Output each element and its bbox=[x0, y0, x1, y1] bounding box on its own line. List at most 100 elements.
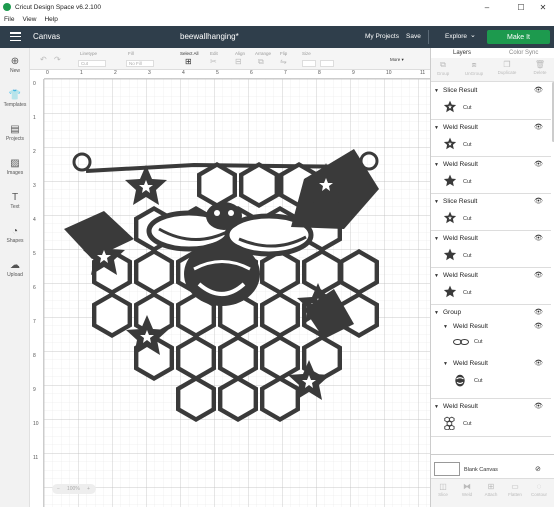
align-icon[interactable]: ⊟ bbox=[235, 57, 242, 66]
nav-shapes[interactable]: ◔ Shapes bbox=[0, 226, 30, 244]
layer-row[interactable]: ▼ Slice Result 👁 Cut bbox=[431, 195, 551, 231]
redo-icon[interactable]: ↷ bbox=[54, 55, 61, 64]
caret-down-icon[interactable]: ▼ bbox=[434, 199, 439, 205]
blank-canvas-row[interactable]: Blank Canvas ⊘ bbox=[431, 454, 554, 478]
eye-icon[interactable]: 👁 bbox=[534, 160, 543, 168]
duplicate-button[interactable]: ❐ Duplicate bbox=[495, 60, 519, 76]
edit-scissors-icon[interactable]: ✂ bbox=[210, 57, 217, 66]
left-nav: ⊕ New 👕 Templates ▤ Projects ▨ Images T … bbox=[0, 48, 30, 507]
make-it-button[interactable]: Make It bbox=[487, 30, 550, 44]
tab-color-sync[interactable]: Color Sync bbox=[509, 50, 538, 56]
height-field[interactable] bbox=[320, 60, 334, 67]
weld-button[interactable]: ⧓ Weld bbox=[455, 482, 479, 498]
eye-icon[interactable]: 👁 bbox=[534, 123, 543, 131]
eye-icon[interactable]: 👁 bbox=[534, 359, 543, 367]
zoom-out-button[interactable]: − bbox=[57, 486, 60, 492]
linetype-label: Linetype bbox=[80, 51, 98, 56]
caret-down-icon[interactable]: ▼ bbox=[434, 236, 439, 242]
layer-row[interactable]: ▼ Weld Result 👁 Cut bbox=[431, 232, 551, 268]
tab-layers[interactable]: Layers bbox=[453, 50, 471, 56]
zoom-value: 100% bbox=[67, 486, 80, 492]
edit-label: Edit bbox=[210, 51, 218, 56]
ruler-tick-label: 1 bbox=[33, 115, 36, 121]
ruler-tick-label: 3 bbox=[148, 70, 151, 76]
combine-tools: ◫ Slice ⧓ Weld ⊞ Attach ▭ Flatten ◌ Contour bbox=[431, 478, 554, 507]
eye-slash-icon[interactable]: ⊘ bbox=[535, 465, 541, 473]
machine-selector[interactable]: Explore bbox=[445, 33, 467, 40]
eye-icon[interactable]: 👁 bbox=[534, 322, 543, 330]
bee-thumbnail-icon bbox=[455, 374, 465, 387]
eye-icon[interactable]: 👁 bbox=[534, 402, 543, 410]
eye-icon[interactable]: 👁 bbox=[534, 234, 543, 242]
hamburger-menu-icon[interactable] bbox=[10, 32, 21, 42]
slice-button[interactable]: ◫ Slice bbox=[431, 482, 455, 498]
eye-icon[interactable]: 👁 bbox=[534, 86, 543, 94]
zoom-in-button[interactable]: + bbox=[87, 486, 90, 492]
ruler-tick-label: 5 bbox=[33, 251, 36, 257]
close-button[interactable]: ✕ bbox=[532, 0, 554, 14]
nav-templates[interactable]: 👕 Templates bbox=[0, 90, 30, 108]
layer-row[interactable]: ▼ Weld Result 👁 Cut bbox=[431, 158, 551, 194]
caret-down-icon[interactable]: ▼ bbox=[434, 162, 439, 168]
maximize-button[interactable]: ☐ bbox=[510, 0, 532, 14]
title-bar: Cricut Design Space v6.2.100 – ☐ ✕ bbox=[0, 0, 554, 14]
eye-icon[interactable]: 👁 bbox=[534, 197, 543, 205]
caret-down-icon[interactable]: ▼ bbox=[443, 324, 448, 330]
layer-group[interactable]: ▼ Group 👁 ▼ Weld Result 👁 Cut ▼ Weld Resul… bbox=[431, 306, 551, 399]
plus-icon: ⊕ bbox=[10, 56, 20, 67]
select-all-icon[interactable]: ⊞ bbox=[185, 57, 192, 66]
ruler-tick-label: 2 bbox=[114, 70, 117, 76]
layer-row[interactable]: ▼ Weld Result 👁 Cut bbox=[431, 121, 551, 157]
panel-tabs: Layers Color Sync bbox=[431, 48, 554, 58]
nav-projects[interactable]: ▤ Projects bbox=[0, 124, 30, 142]
canvas-color-swatch[interactable] bbox=[434, 462, 460, 476]
layer-operation: Cut bbox=[463, 290, 472, 296]
more-menu[interactable]: More ▾ bbox=[390, 57, 404, 63]
layer-row[interactable]: ▼ Weld Result 👁 Cut bbox=[431, 357, 551, 395]
layer-row[interactable]: ▼ Weld Result 👁 Cut bbox=[431, 400, 551, 437]
ungroup-button[interactable]: ⧈ UnGroup bbox=[462, 60, 486, 77]
ruler-tick-label: 7 bbox=[284, 70, 287, 76]
menu-file[interactable]: File bbox=[4, 16, 14, 23]
nav-images[interactable]: ▨ Images bbox=[0, 158, 30, 176]
contour-button[interactable]: ◌ Contour bbox=[527, 482, 551, 498]
eye-icon[interactable]: 👁 bbox=[534, 308, 543, 316]
ruler-tick-label: 7 bbox=[33, 319, 36, 325]
chevron-down-icon[interactable]: ⌄ bbox=[470, 31, 476, 39]
arrange-icon[interactable]: ⧉ bbox=[258, 57, 264, 67]
menu-help[interactable]: Help bbox=[44, 16, 57, 23]
menu-view[interactable]: View bbox=[22, 16, 36, 23]
minimize-button[interactable]: – bbox=[476, 0, 498, 14]
fill-select[interactable]: No Fill bbox=[126, 60, 154, 67]
layer-row[interactable]: ▼ Slice Result 👁 Cut bbox=[431, 84, 551, 120]
width-field[interactable] bbox=[302, 60, 316, 67]
linetype-select[interactable]: Cut bbox=[78, 60, 106, 67]
layer-tools: ⧉ Group ⧈ UnGroup ❐ Duplicate 🗑 Delete bbox=[431, 58, 554, 82]
layer-operation: Cut bbox=[474, 378, 483, 384]
caret-down-icon[interactable]: ▼ bbox=[434, 88, 439, 94]
my-projects-link[interactable]: My Projects bbox=[365, 33, 399, 40]
eye-icon[interactable]: 👁 bbox=[534, 271, 543, 279]
undo-icon[interactable]: ↶ bbox=[40, 55, 47, 64]
caret-down-icon[interactable]: ▼ bbox=[434, 125, 439, 131]
flip-icon[interactable]: ⇋ bbox=[280, 57, 287, 66]
design-canvas[interactable] bbox=[44, 79, 430, 507]
duplicate-icon: ❐ bbox=[503, 60, 511, 69]
caret-down-icon[interactable]: ▼ bbox=[443, 361, 448, 367]
flatten-button[interactable]: ▭ Flatten bbox=[503, 482, 527, 498]
caret-down-icon[interactable]: ▼ bbox=[434, 273, 439, 279]
nav-text[interactable]: T Text bbox=[0, 192, 30, 210]
ruler-tick-label: 10 bbox=[33, 421, 39, 427]
nav-new[interactable]: ⊕ New bbox=[0, 56, 30, 74]
layer-row[interactable]: ▼ Weld Result 👁 Cut bbox=[431, 320, 551, 357]
group-name: Group bbox=[443, 309, 462, 316]
save-link[interactable]: Save bbox=[406, 33, 421, 40]
ruler-tick-label: 1 bbox=[80, 70, 83, 76]
caret-down-icon[interactable]: ▼ bbox=[434, 404, 439, 410]
nav-upload[interactable]: ☁ Upload bbox=[0, 260, 30, 278]
attach-button[interactable]: ⊞ Attach bbox=[479, 482, 503, 498]
delete-button[interactable]: 🗑 Delete bbox=[528, 60, 552, 76]
group-button[interactable]: ⧉ Group bbox=[431, 60, 455, 77]
caret-down-icon[interactable]: ▼ bbox=[434, 310, 439, 316]
layer-row[interactable]: ▼ Weld Result 👁 Cut bbox=[431, 269, 551, 305]
